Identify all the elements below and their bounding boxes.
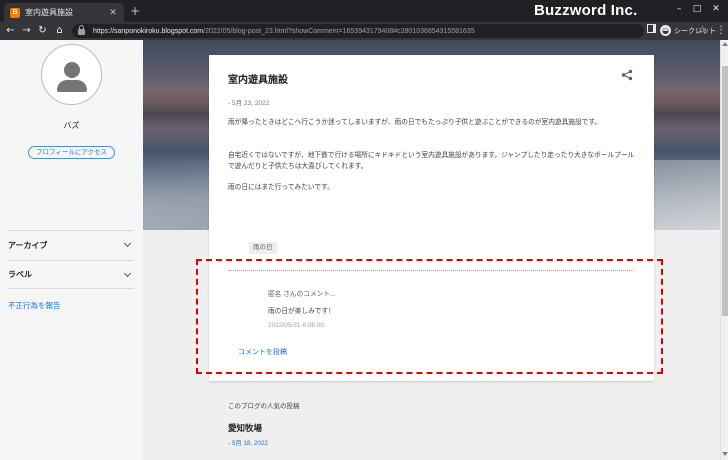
report-abuse-link[interactable]: 不正行為を報告: [8, 300, 61, 311]
post-paragraph: 自宅近くではないですが、地下鉄で行ける場所にキドキドという室内遊具施設があります…: [228, 152, 635, 170]
post-date[interactable]: - 5月 23, 2022: [228, 97, 269, 107]
sidebar: バズ プロフィールにアクセス アーカイブ ラベル 不正行為を報告: [0, 40, 143, 460]
new-tab-button[interactable]: +: [130, 4, 140, 18]
browser-tab[interactable]: B 室内遊具施設 ✕: [4, 3, 124, 22]
address-bar[interactable]: https://sanponokiroku.blogspot.com/2022/…: [72, 24, 707, 38]
window-close-button[interactable]: ✕: [709, 4, 723, 14]
post-title[interactable]: 室内遊具施設: [228, 71, 288, 86]
sidebar-item-label: アーカイブ: [8, 240, 48, 250]
share-icon[interactable]: [621, 69, 633, 81]
post-paragraph: 雨が降ったときはどこへ行こうか迷ってしまいますが、雨の日でもたっぷり子供と遊ぶこ…: [228, 119, 602, 126]
chevron-down-icon: [123, 239, 132, 248]
tab-close-icon[interactable]: ✕: [108, 8, 118, 18]
sidebar-item-labels[interactable]: ラベル: [8, 260, 134, 289]
comment-highlight-box: [196, 259, 663, 374]
browser-titlebar: B 室内遊具施設 ✕ + Buzzword Inc. – □ ✕: [0, 0, 728, 22]
incognito-icon: ◒: [660, 25, 671, 36]
sidepanel-icon[interactable]: [647, 24, 656, 33]
popular-post-title[interactable]: 愛知牧場: [228, 422, 262, 434]
post-paragraph: 雨の日にはまた行ってみたいです。: [228, 184, 334, 191]
url-text: https://sanponokiroku.blogspot.com/2022/…: [93, 27, 475, 35]
popular-post-date[interactable]: - 5月 18, 2022: [228, 438, 268, 447]
brand-watermark: Buzzword Inc.: [534, 2, 638, 19]
avatar[interactable]: [41, 44, 102, 105]
scroll-down-arrow-icon[interactable]: [722, 452, 728, 456]
chevron-down-icon: [123, 269, 132, 277]
profile-name: バズ: [63, 121, 80, 130]
browser-toolbar: ← → ↻ ⌂ https://sanponokiroku.blogspot.c…: [0, 22, 728, 40]
reload-button[interactable]: ↻: [36, 24, 49, 38]
maximize-button[interactable]: □: [690, 4, 704, 14]
page-scrollbar[interactable]: [720, 40, 728, 460]
scroll-thumb[interactable]: [722, 66, 728, 316]
popular-posts-heading: このブログの人気の投稿: [228, 403, 300, 410]
tab-title: 室内遊具施設: [25, 8, 73, 17]
incognito-badge[interactable]: ◒ シークレット: [660, 24, 716, 37]
scroll-up-arrow-icon[interactable]: [722, 42, 728, 46]
sidebar-item-archive[interactable]: アーカイブ: [8, 230, 134, 259]
lock-icon: [78, 25, 85, 35]
back-button[interactable]: ←: [4, 24, 17, 38]
incognito-label: シークレット: [674, 27, 716, 35]
forward-button[interactable]: →: [20, 24, 33, 38]
home-button[interactable]: ⌂: [53, 24, 66, 38]
menu-icon[interactable]: ⋮: [716, 24, 726, 37]
blogger-icon: B: [10, 7, 20, 18]
view-profile-button[interactable]: プロフィールにアクセス: [28, 146, 115, 159]
blog-page: バズ プロフィールにアクセス アーカイブ ラベル 不正行為を報告 室内遊具施設 …: [0, 40, 728, 460]
minimize-button[interactable]: –: [672, 4, 686, 14]
person-icon: [64, 62, 80, 78]
label-tag[interactable]: 雨の日: [249, 242, 277, 254]
sidebar-item-label: ラベル: [8, 270, 32, 279]
